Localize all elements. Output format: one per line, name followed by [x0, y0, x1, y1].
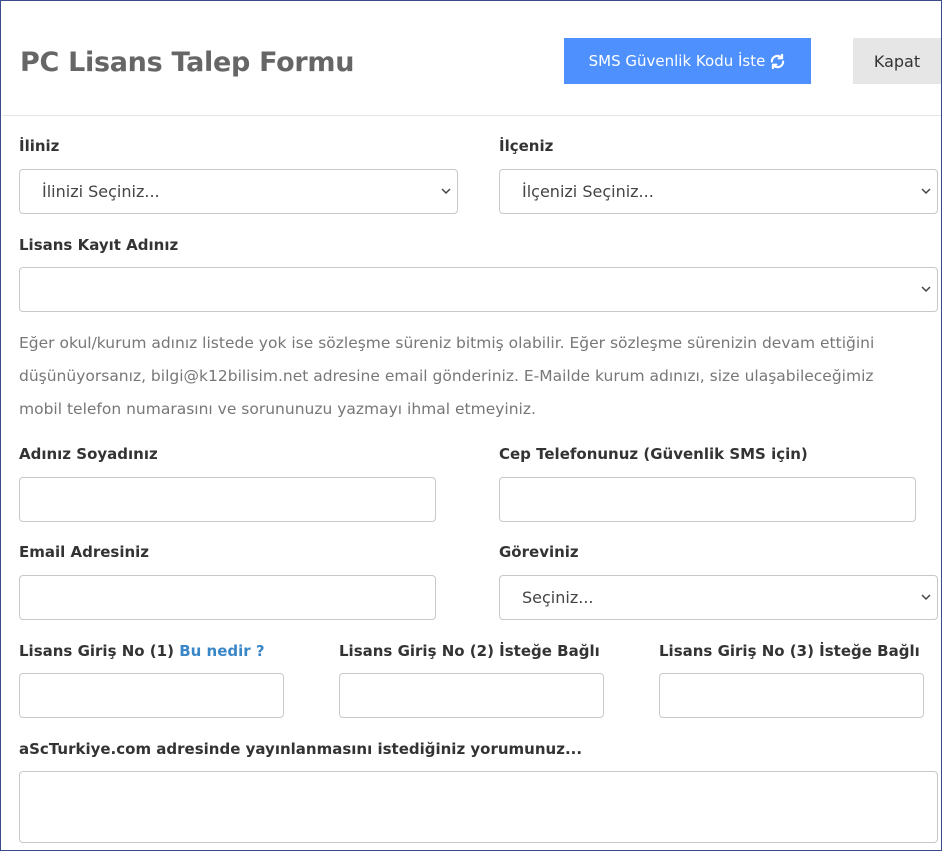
- district-select-value: İlçenizi Seçiniz...: [522, 182, 654, 201]
- role-label: Göreviniz: [499, 543, 579, 561]
- province-label: İliniz: [19, 137, 60, 155]
- license-help-text: Eğer okul/kurum adınız listede yok ise s…: [19, 334, 875, 418]
- district-label: İlçeniz: [499, 137, 554, 155]
- role-select-value: Seçiniz...: [522, 588, 594, 607]
- province-select[interactable]: İlinizi Seçiniz...: [19, 169, 458, 214]
- license-no-2-input[interactable]: [339, 673, 604, 718]
- chevron-down-icon: [441, 188, 451, 195]
- license-no-3-input[interactable]: [659, 673, 924, 718]
- phone-input[interactable]: [499, 477, 916, 522]
- license-no-3-label: Lisans Giriş No (3) İsteğe Bağlı: [659, 642, 920, 660]
- refresh-icon: [771, 53, 785, 69]
- license-no-1-label-text: Lisans Giriş No (1): [19, 642, 174, 660]
- chevron-down-icon: [921, 594, 931, 601]
- page-title: PC Lisans Talep Formu: [20, 47, 355, 78]
- district-select[interactable]: İlçenizi Seçiniz...: [499, 169, 938, 214]
- chevron-down-icon: [921, 286, 931, 293]
- license-no-1-label: Lisans Giriş No (1) Bu nedir ?: [19, 642, 265, 660]
- role-select[interactable]: Seçiniz...: [499, 575, 938, 620]
- email-label: Email Adresiniz: [19, 543, 150, 561]
- license-name-select[interactable]: [19, 267, 938, 312]
- province-select-value: İlinizi Seçiniz...: [42, 182, 160, 201]
- email-input[interactable]: [19, 575, 436, 620]
- close-button[interactable]: Kapat: [853, 38, 941, 84]
- comment-textarea[interactable]: [19, 771, 938, 843]
- what-is-this-link[interactable]: Bu nedir ?: [179, 642, 264, 660]
- license-no-2-label: Lisans Giriş No (2) İsteğe Bağlı: [339, 642, 600, 660]
- chevron-down-icon: [921, 188, 931, 195]
- modal-header: PC Lisans Talep Formu SMS Güvenlik Kodu …: [2, 2, 941, 116]
- license-request-modal: PC Lisans Talep Formu SMS Güvenlik Kodu …: [0, 0, 942, 851]
- sms-button-label: SMS Güvenlik Kodu İste: [588, 52, 766, 70]
- request-sms-code-button[interactable]: SMS Güvenlik Kodu İste: [564, 38, 811, 84]
- full-name-input[interactable]: [19, 477, 436, 522]
- license-name-label: Lisans Kayıt Adınız: [19, 236, 179, 254]
- phone-label: Cep Telefonunuz (Güvenlik SMS için): [499, 445, 808, 463]
- full-name-label: Adınız Soyadınız: [19, 445, 158, 463]
- comment-label: aScTurkiye.com adresinde yayınlanmasını …: [19, 740, 583, 758]
- license-no-1-input[interactable]: [19, 673, 284, 718]
